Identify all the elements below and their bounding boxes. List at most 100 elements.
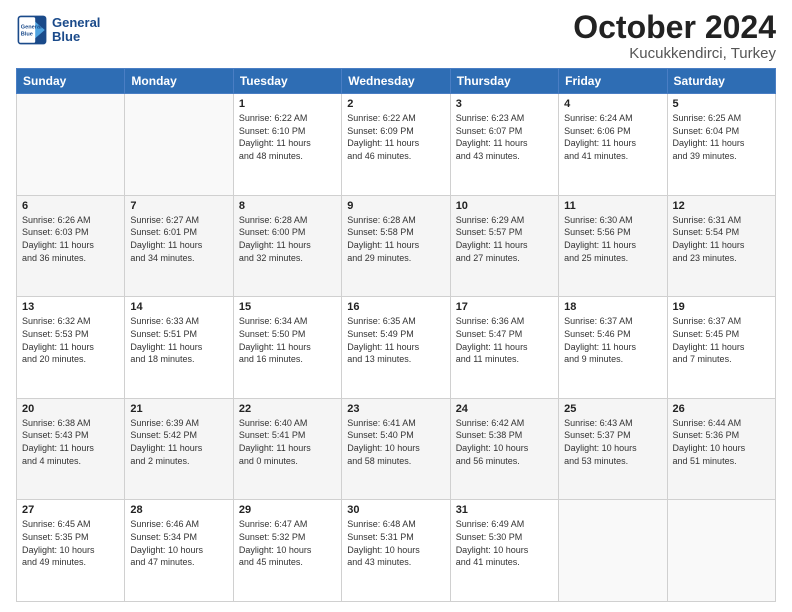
calendar-cell: 23 Sunrise: 6:41 AM Sunset: 5:40 PM Dayli…: [342, 398, 450, 500]
day-number: 31: [456, 504, 553, 516]
calendar-cell: 1Sunrise: 6:22 AM Sunset: 6:10 PM Daylig…: [233, 94, 341, 196]
calendar-cell: 28 Sunrise: 6:46 AM Sunset: 5:34 PM Dayli…: [125, 500, 233, 602]
day-number: 5: [673, 98, 770, 110]
calendar-cell: 14 Sunrise: 6:33 AM Sunset: 5:51 PM Dayli…: [125, 297, 233, 399]
day-number: 19: [673, 301, 770, 313]
cell-info: Sunrise: 6:29 AM Sunset: 5:57 PM Dayligh…: [456, 214, 553, 264]
day-number: 6: [22, 200, 119, 212]
cell-info: Sunrise: 6:23 AM Sunset: 6:07 PM Dayligh…: [456, 112, 553, 162]
cell-info: Sunrise: 6:26 AM Sunset: 6:03 PM Dayligh…: [22, 214, 119, 264]
cell-info: Sunrise: 6:36 AM Sunset: 5:47 PM Dayligh…: [456, 315, 553, 365]
day-number: 14: [130, 301, 227, 313]
calendar-cell: [559, 500, 667, 602]
weekday-header-saturday: Saturday: [667, 69, 775, 94]
day-number: 28: [130, 504, 227, 516]
calendar-cell: 10Sunrise: 6:29 AM Sunset: 5:57 PM Dayli…: [450, 195, 558, 297]
weekday-header-monday: Monday: [125, 69, 233, 94]
calendar-cell: 9 Sunrise: 6:28 AM Sunset: 5:58 PM Daylig…: [342, 195, 450, 297]
calendar-cell: 24 Sunrise: 6:42 AM Sunset: 5:38 PM Dayli…: [450, 398, 558, 500]
day-number: 18: [564, 301, 661, 313]
weekday-header-wednesday: Wednesday: [342, 69, 450, 94]
header: General Blue General Blue October 2024 K…: [16, 10, 776, 62]
calendar-cell: 29Sunrise: 6:47 AM Sunset: 5:32 PM Dayli…: [233, 500, 341, 602]
calendar-cell: 17 Sunrise: 6:36 AM Sunset: 5:47 PM Dayli…: [450, 297, 558, 399]
logo-line1: General: [52, 16, 100, 30]
calendar-cell: 6 Sunrise: 6:26 AM Sunset: 6:03 PM Daylig…: [17, 195, 125, 297]
cell-info: Sunrise: 6:42 AM Sunset: 5:38 PM Dayligh…: [456, 417, 553, 467]
day-number: 8: [239, 200, 336, 212]
calendar-cell: 27Sunrise: 6:45 AM Sunset: 5:35 PM Dayli…: [17, 500, 125, 602]
calendar-cell: 8Sunrise: 6:28 AM Sunset: 6:00 PM Daylig…: [233, 195, 341, 297]
cell-info: Sunrise: 6:24 AM Sunset: 6:06 PM Dayligh…: [564, 112, 661, 162]
day-number: 22: [239, 403, 336, 415]
cell-info: Sunrise: 6:33 AM Sunset: 5:51 PM Dayligh…: [130, 315, 227, 365]
calendar-cell: 16Sunrise: 6:35 AM Sunset: 5:49 PM Dayli…: [342, 297, 450, 399]
cell-info: Sunrise: 6:27 AM Sunset: 6:01 PM Dayligh…: [130, 214, 227, 264]
cell-info: Sunrise: 6:41 AM Sunset: 5:40 PM Dayligh…: [347, 417, 444, 467]
day-number: 15: [239, 301, 336, 313]
calendar-cell: 25Sunrise: 6:43 AM Sunset: 5:37 PM Dayli…: [559, 398, 667, 500]
calendar-cell: 11 Sunrise: 6:30 AM Sunset: 5:56 PM Dayli…: [559, 195, 667, 297]
cell-info: Sunrise: 6:39 AM Sunset: 5:42 PM Dayligh…: [130, 417, 227, 467]
weekday-header-sunday: Sunday: [17, 69, 125, 94]
cell-info: Sunrise: 6:25 AM Sunset: 6:04 PM Dayligh…: [673, 112, 770, 162]
svg-text:General: General: [21, 24, 42, 30]
calendar-header-row: SundayMondayTuesdayWednesdayThursdayFrid…: [17, 69, 776, 94]
cell-info: Sunrise: 6:35 AM Sunset: 5:49 PM Dayligh…: [347, 315, 444, 365]
day-number: 26: [673, 403, 770, 415]
day-number: 20: [22, 403, 119, 415]
day-number: 4: [564, 98, 661, 110]
logo-text: General Blue: [52, 16, 100, 45]
day-number: 9: [347, 200, 444, 212]
cell-info: Sunrise: 6:46 AM Sunset: 5:34 PM Dayligh…: [130, 518, 227, 568]
day-number: 7: [130, 200, 227, 212]
day-number: 24: [456, 403, 553, 415]
logo: General Blue General Blue: [16, 14, 100, 46]
day-number: 11: [564, 200, 661, 212]
cell-info: Sunrise: 6:38 AM Sunset: 5:43 PM Dayligh…: [22, 417, 119, 467]
calendar-cell: 3 Sunrise: 6:23 AM Sunset: 6:07 PM Daylig…: [450, 94, 558, 196]
calendar-week-row: 13 Sunrise: 6:32 AM Sunset: 5:53 PM Dayli…: [17, 297, 776, 399]
calendar-week-row: 6 Sunrise: 6:26 AM Sunset: 6:03 PM Daylig…: [17, 195, 776, 297]
calendar-cell: 21 Sunrise: 6:39 AM Sunset: 5:42 PM Dayli…: [125, 398, 233, 500]
cell-info: Sunrise: 6:34 AM Sunset: 5:50 PM Dayligh…: [239, 315, 336, 365]
calendar-cell: 15 Sunrise: 6:34 AM Sunset: 5:50 PM Dayli…: [233, 297, 341, 399]
calendar-cell: 4 Sunrise: 6:24 AM Sunset: 6:06 PM Daylig…: [559, 94, 667, 196]
day-number: 3: [456, 98, 553, 110]
cell-info: Sunrise: 6:40 AM Sunset: 5:41 PM Dayligh…: [239, 417, 336, 467]
cell-info: Sunrise: 6:31 AM Sunset: 5:54 PM Dayligh…: [673, 214, 770, 264]
calendar-cell: 2 Sunrise: 6:22 AM Sunset: 6:09 PM Daylig…: [342, 94, 450, 196]
cell-info: Sunrise: 6:30 AM Sunset: 5:56 PM Dayligh…: [564, 214, 661, 264]
title-block: October 2024 Kucukkendirci, Turkey: [573, 10, 776, 62]
calendar-cell: 22 Sunrise: 6:40 AM Sunset: 5:41 PM Dayli…: [233, 398, 341, 500]
calendar-cell: [17, 94, 125, 196]
calendar-cell: 20 Sunrise: 6:38 AM Sunset: 5:43 PM Dayli…: [17, 398, 125, 500]
svg-text:Blue: Blue: [21, 32, 33, 38]
day-number: 30: [347, 504, 444, 516]
cell-info: Sunrise: 6:22 AM Sunset: 6:09 PM Dayligh…: [347, 112, 444, 162]
day-number: 27: [22, 504, 119, 516]
weekday-header-tuesday: Tuesday: [233, 69, 341, 94]
calendar-cell: [125, 94, 233, 196]
day-number: 29: [239, 504, 336, 516]
calendar-cell: 7 Sunrise: 6:27 AM Sunset: 6:01 PM Daylig…: [125, 195, 233, 297]
day-number: 21: [130, 403, 227, 415]
calendar-week-row: 1Sunrise: 6:22 AM Sunset: 6:10 PM Daylig…: [17, 94, 776, 196]
cell-info: Sunrise: 6:32 AM Sunset: 5:53 PM Dayligh…: [22, 315, 119, 365]
cell-info: Sunrise: 6:28 AM Sunset: 5:58 PM Dayligh…: [347, 214, 444, 264]
calendar-cell: 30Sunrise: 6:48 AM Sunset: 5:31 PM Dayli…: [342, 500, 450, 602]
day-number: 13: [22, 301, 119, 313]
calendar-table: SundayMondayTuesdayWednesdayThursdayFrid…: [16, 68, 776, 602]
calendar-cell: 31 Sunrise: 6:49 AM Sunset: 5:30 PM Dayli…: [450, 500, 558, 602]
calendar-cell: [667, 500, 775, 602]
cell-info: Sunrise: 6:44 AM Sunset: 5:36 PM Dayligh…: [673, 417, 770, 467]
day-number: 12: [673, 200, 770, 212]
cell-info: Sunrise: 6:49 AM Sunset: 5:30 PM Dayligh…: [456, 518, 553, 568]
day-number: 2: [347, 98, 444, 110]
day-number: 17: [456, 301, 553, 313]
logo-icon: General Blue: [16, 14, 48, 46]
day-number: 1: [239, 98, 336, 110]
location-title: Kucukkendirci, Turkey: [573, 45, 776, 62]
day-number: 23: [347, 403, 444, 415]
calendar-cell: 13 Sunrise: 6:32 AM Sunset: 5:53 PM Dayli…: [17, 297, 125, 399]
